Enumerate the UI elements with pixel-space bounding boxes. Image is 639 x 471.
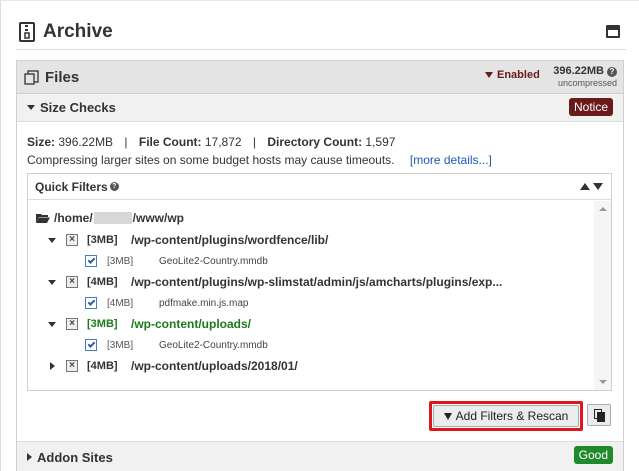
caret-down-icon bbox=[27, 105, 35, 110]
expand-right-icon[interactable] bbox=[49, 362, 55, 370]
copy-icon-front bbox=[597, 412, 605, 422]
file-name: GeoLite2-Country.mmdb bbox=[159, 339, 268, 351]
archive-header: Archive bbox=[16, 14, 626, 50]
dir-size: [4MB] bbox=[87, 360, 118, 372]
timeout-warning-text: Compressing larger sites on some budget … bbox=[27, 153, 395, 167]
x-box-icon[interactable]: × bbox=[66, 276, 78, 288]
separator: | bbox=[124, 135, 128, 149]
directory-count-value: 1,597 bbox=[365, 135, 396, 149]
root-path-prefix: /home/ bbox=[54, 211, 93, 225]
files-size: 396.22MB? uncompressed bbox=[553, 65, 617, 89]
checkbox-icon[interactable] bbox=[85, 339, 97, 351]
files-icon bbox=[24, 69, 39, 85]
quick-filters-box: Quick Filters ? /home/ /www/wp × [3MB] /w… bbox=[27, 173, 612, 391]
dir-size: [4MB] bbox=[87, 276, 118, 288]
scroll-up-icon[interactable] bbox=[599, 207, 607, 211]
quick-filters-header: Quick Filters ? bbox=[28, 174, 611, 200]
folder-open-icon bbox=[36, 214, 50, 223]
files-status-label: Enabled bbox=[497, 69, 540, 81]
expand-down-icon[interactable] bbox=[48, 237, 56, 243]
tree-scrollbar[interactable] bbox=[594, 201, 611, 390]
addon-sites-header[interactable]: Addon Sites Good bbox=[17, 441, 623, 471]
tree-row-dir[interactable]: × [4MB] /wp-content/uploads/2018/01/ bbox=[28, 356, 298, 376]
expand-down-icon[interactable] bbox=[48, 321, 56, 327]
directory-count-label: Directory Count: bbox=[267, 135, 363, 149]
files-header[interactable]: Files Enabled 396.22MB? uncompressed bbox=[17, 61, 623, 94]
files-size-value: 396.22MB bbox=[553, 65, 604, 77]
dir-size: [3MB] bbox=[87, 318, 118, 330]
separator: | bbox=[252, 135, 257, 149]
file-count-label: File Count: bbox=[138, 135, 202, 149]
root-path-suffix: /www/wp bbox=[132, 211, 185, 225]
funnel-icon bbox=[443, 412, 452, 420]
tree-row-dir[interactable]: × [3MB] /wp-content/plugins/wordfence/li… bbox=[28, 230, 328, 250]
file-name: GeoLite2-Country.mmdb bbox=[159, 255, 268, 267]
files-status: Enabled bbox=[485, 69, 540, 81]
x-box-icon[interactable]: × bbox=[66, 234, 78, 246]
sort-down-icon[interactable] bbox=[593, 183, 603, 190]
size-summary: Size: 396.22MB | File Count: 17,872 | Di… bbox=[27, 135, 395, 149]
size-label: Size: bbox=[27, 135, 56, 149]
dir-path: /wp-content/plugins/wordfence/lib/ bbox=[131, 233, 329, 247]
help-icon[interactable]: ? bbox=[109, 182, 119, 191]
more-details-link[interactable]: [more details...] bbox=[410, 153, 492, 167]
dir-path: /wp-content/plugins/wp-slimstat/admin/js… bbox=[131, 275, 503, 289]
tree-root[interactable]: /home/ /www/wp bbox=[36, 208, 184, 228]
addon-sites-title: Addon Sites bbox=[37, 449, 113, 465]
dir-path: /wp-content/uploads/2018/01/ bbox=[131, 359, 298, 373]
funnel-icon bbox=[485, 72, 493, 78]
help-icon[interactable]: ? bbox=[607, 67, 617, 77]
tree-row-file[interactable]: [3MB] GeoLite2-Country.mmdb bbox=[28, 251, 268, 271]
x-box-icon[interactable]: × bbox=[66, 318, 78, 330]
file-tree: /home/ /www/wp × [3MB] /wp-content/plugin… bbox=[28, 201, 595, 391]
window-icon[interactable] bbox=[606, 25, 620, 38]
file-name: pdfmake.min.js.map bbox=[159, 297, 249, 309]
file-size: [3MB] bbox=[107, 339, 134, 351]
add-filters-rescan-label: Add Filters & Rescan bbox=[455, 409, 569, 423]
sort-toggle[interactable] bbox=[580, 183, 603, 190]
x-box-icon[interactable]: × bbox=[66, 360, 78, 372]
size-value: 396.22MB bbox=[58, 135, 114, 149]
size-checks-header[interactable]: Size Checks Notice bbox=[17, 94, 623, 122]
tree-row-file[interactable]: [4MB] pdfmake.min.js.map bbox=[28, 293, 248, 313]
redacted-username bbox=[93, 212, 132, 224]
archive-icon bbox=[19, 21, 35, 42]
file-size: [4MB] bbox=[107, 297, 134, 309]
files-panel: Files Enabled 396.22MB? uncompressed Siz… bbox=[16, 60, 624, 471]
tree-row-file[interactable]: [3MB] GeoLite2-Country.mmdb bbox=[28, 335, 268, 355]
tree-row-dir[interactable]: × [4MB] /wp-content/plugins/wp-slimstat/… bbox=[28, 272, 502, 292]
dir-size: [3MB] bbox=[87, 234, 118, 246]
quick-filters-title: Quick Filters bbox=[35, 179, 108, 194]
file-size: [3MB] bbox=[107, 255, 134, 267]
archive-title: Archive bbox=[43, 20, 113, 42]
files-size-note: uncompressed bbox=[557, 78, 617, 88]
left-border bbox=[0, 0, 1, 471]
dir-path: /wp-content/uploads/ bbox=[131, 317, 251, 331]
files-title: Files bbox=[45, 68, 80, 86]
sort-up-icon[interactable] bbox=[580, 183, 590, 190]
size-checks-title: Size Checks bbox=[40, 100, 116, 115]
checkbox-icon[interactable] bbox=[85, 297, 97, 309]
good-badge: Good bbox=[573, 446, 613, 464]
scroll-down-icon[interactable] bbox=[599, 380, 607, 384]
file-count-value: 17,872 bbox=[204, 135, 242, 149]
top-border bbox=[0, 0, 639, 1]
expand-down-icon[interactable] bbox=[48, 279, 56, 285]
checkbox-icon[interactable] bbox=[85, 255, 97, 267]
copy-button[interactable] bbox=[587, 404, 611, 426]
tree-row-dir[interactable]: × [3MB] /wp-content/uploads/ bbox=[28, 314, 251, 334]
timeout-warning: Compressing larger sites on some budget … bbox=[27, 153, 492, 167]
add-filters-rescan-button[interactable]: Add Filters & Rescan bbox=[433, 405, 579, 427]
caret-right-icon bbox=[27, 453, 32, 461]
notice-badge: Notice bbox=[568, 98, 613, 116]
